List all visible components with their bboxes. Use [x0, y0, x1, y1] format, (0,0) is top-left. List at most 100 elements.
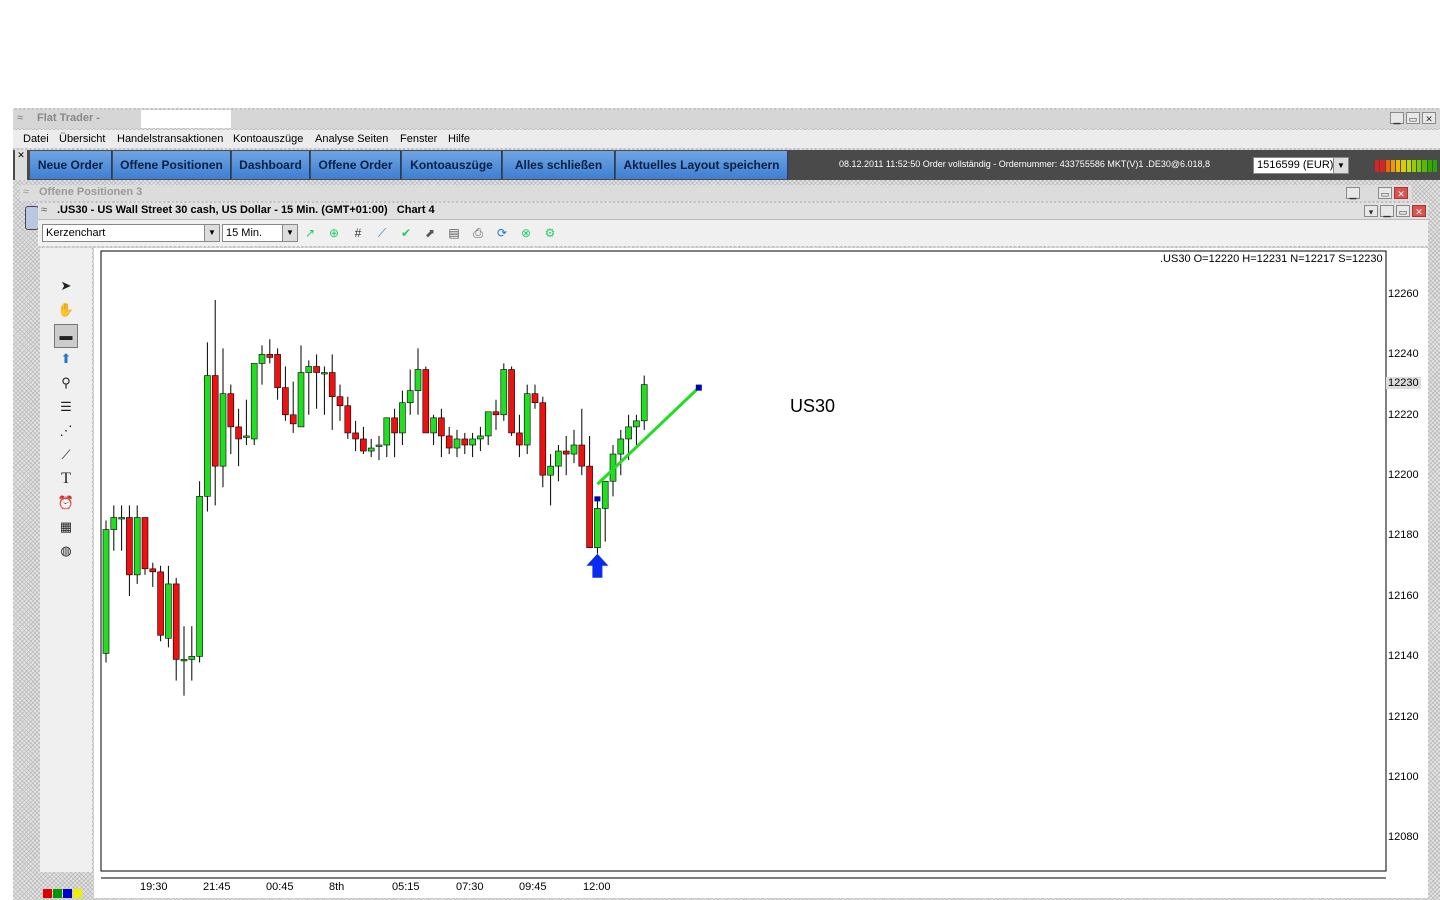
candle-body [399, 402, 406, 434]
entry-marker [594, 496, 601, 502]
candle-body [422, 369, 430, 434]
candle-body [406, 390, 414, 404]
candle-body [250, 363, 258, 440]
x-tick-label: 21:45 [203, 881, 231, 893]
current-price-label: 12230 [1386, 377, 1421, 389]
candlestick-chart[interactable] [0, 0, 1440, 900]
candle-body [157, 571, 164, 636]
candle-body [430, 417, 437, 434]
candle-body [235, 426, 242, 440]
candle [539, 396, 547, 488]
trend-line-handle[interactable] [695, 384, 702, 391]
candle-body [469, 438, 476, 446]
candle-body [321, 372, 328, 375]
candle-body [484, 411, 492, 437]
x-tick-label: 00:45 [266, 881, 294, 893]
candle-body [180, 659, 188, 662]
candle-body [110, 517, 118, 530]
candle-body [391, 417, 398, 434]
candle-body [313, 366, 320, 373]
candle-body [227, 393, 235, 428]
candle-body [523, 393, 531, 446]
candle-body [625, 426, 632, 440]
y-tick-label: 12180 [1388, 529, 1419, 541]
candle-body [640, 384, 648, 422]
color-square-green[interactable] [53, 889, 62, 898]
candle-body [352, 432, 359, 440]
candle-body [204, 375, 211, 497]
y-tick-label: 12120 [1388, 711, 1419, 723]
candle-body [586, 465, 593, 548]
candle-body [555, 450, 562, 467]
candle-body [102, 529, 110, 654]
candle [523, 384, 531, 455]
candle [422, 366, 430, 434]
candle [508, 366, 515, 436]
candle-body [282, 387, 289, 416]
candle-body [633, 420, 640, 428]
ohlc-readout: .US30 O=12220 H=12231 N=12217 S=12230 [1160, 253, 1383, 265]
candle-body [477, 435, 484, 440]
candle-body [617, 438, 625, 455]
candle-body [118, 517, 125, 520]
candle [250, 363, 258, 445]
candle-body [539, 402, 547, 476]
candle-body [461, 438, 469, 446]
x-tick-label: 05:15 [392, 881, 420, 893]
candle-body [172, 583, 180, 660]
candle-body [219, 393, 227, 467]
candle-body [149, 568, 157, 573]
y-tick-label: 12200 [1388, 469, 1419, 481]
candle-body [531, 393, 539, 404]
y-tick-label: 12240 [1388, 348, 1419, 360]
candle [102, 520, 110, 663]
x-tick-label: 12:00 [583, 881, 611, 893]
candle-body [289, 414, 297, 425]
y-tick-label: 12260 [1388, 288, 1419, 300]
y-tick-label: 12100 [1388, 771, 1419, 783]
y-tick-label: 12080 [1388, 831, 1419, 843]
candle-body [305, 366, 313, 373]
candle-body [601, 480, 609, 509]
candle-body [266, 354, 274, 358]
candle-body [196, 496, 203, 657]
candle-body [274, 354, 281, 388]
candle-body [126, 517, 133, 576]
candle-body [211, 375, 219, 467]
color-legend-squares[interactable] [43, 889, 82, 898]
candle-body [243, 435, 250, 438]
candle-body [360, 438, 367, 452]
candle [196, 481, 203, 663]
candle-body [328, 372, 336, 397]
candle-body [383, 417, 391, 446]
color-square-yellow[interactable] [73, 889, 82, 898]
candle-body [141, 517, 149, 570]
candle-body [578, 444, 586, 467]
candle-body [336, 396, 344, 407]
candle [157, 565, 164, 642]
candle-body [414, 369, 422, 391]
chart-annotation-text[interactable]: US30 [790, 396, 835, 417]
candle-body [562, 450, 570, 455]
candle-body [516, 432, 523, 446]
candle-body [375, 444, 383, 447]
candle-body [133, 517, 141, 576]
x-tick-label: 09:45 [519, 881, 547, 893]
candle-body [438, 417, 445, 437]
candle-body [594, 508, 601, 548]
chart-plot-border [100, 250, 1387, 872]
y-tick-label: 12220 [1388, 409, 1419, 421]
x-tick-label: 8th [329, 881, 345, 893]
candle [500, 363, 508, 421]
candle [141, 517, 149, 575]
candle-body [570, 444, 578, 455]
candle-body [188, 656, 196, 660]
x-tick-label: 19:30 [140, 881, 168, 893]
candle-body [453, 438, 461, 449]
candle-body [445, 435, 453, 449]
candle-body [165, 583, 172, 639]
y-tick-label: 12140 [1388, 650, 1419, 662]
candle-body [500, 369, 508, 416]
color-square-blue[interactable] [63, 889, 72, 898]
color-square-red[interactable] [43, 889, 52, 898]
